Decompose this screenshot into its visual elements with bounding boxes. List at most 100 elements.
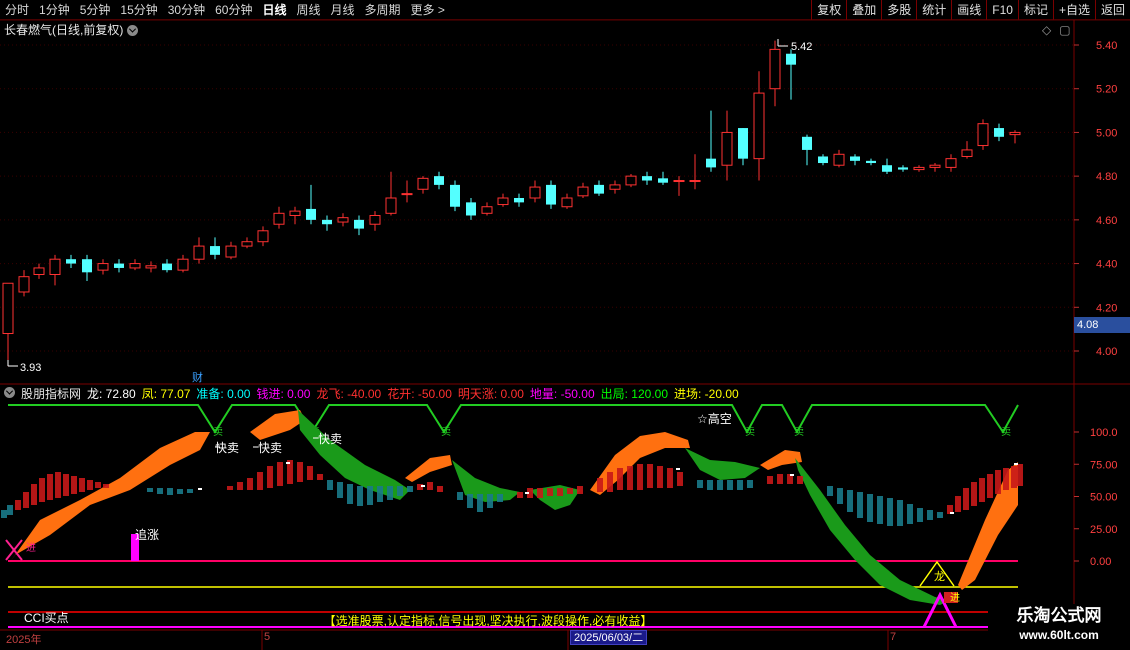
- candle-body: [434, 176, 444, 185]
- watermark-title: 乐淘公式网: [1016, 606, 1102, 626]
- candle-body: [642, 176, 652, 181]
- svg-text:3.93: 3.93: [20, 362, 41, 374]
- histogram-bar: [457, 492, 463, 500]
- histogram-bar: [627, 466, 633, 490]
- histogram-bar: [707, 480, 713, 490]
- candle-body: [929, 164, 941, 168]
- candle-body: [673, 180, 685, 183]
- histogram-bar: [327, 480, 333, 490]
- candle-body: [898, 167, 908, 170]
- histogram-bar: [487, 494, 493, 508]
- candle-body: [193, 245, 205, 260]
- marker-tick: [525, 492, 529, 494]
- candle-body: [289, 210, 301, 216]
- candle-body: [49, 258, 61, 276]
- v-marker: 卖: [745, 426, 755, 438]
- indicator-value: 钱进: 0.00: [256, 387, 311, 401]
- histogram-bar: [79, 478, 85, 492]
- candle-body: [66, 259, 76, 264]
- v-marker: 卖: [441, 426, 451, 438]
- histogram-bar: [71, 476, 77, 494]
- candle-body: [546, 184, 556, 205]
- histogram-bar: [157, 488, 163, 494]
- histogram-bar: [647, 464, 653, 488]
- histogram-bar: [617, 468, 623, 490]
- date-axis: 2025年 5 7: [0, 630, 1074, 650]
- candle-body: [658, 178, 668, 183]
- histogram-bar: [23, 492, 29, 508]
- histogram-bar: [917, 508, 923, 522]
- histogram-bar: [537, 488, 543, 498]
- jin-label-right: 进: [950, 592, 960, 604]
- candle-body: [577, 186, 589, 197]
- candle-body: [609, 184, 621, 190]
- candle-body: [561, 197, 573, 208]
- histogram-bar: [927, 510, 933, 520]
- histogram-bar: [877, 496, 883, 524]
- kuaimai-label-2: 快卖: [258, 441, 282, 455]
- gaokong-label: ☆高空: [697, 411, 732, 426]
- histogram-bar: [747, 480, 753, 488]
- indicator-tick-label: 0.00: [1090, 556, 1111, 568]
- cci-label: CCI买点: [24, 611, 69, 625]
- candle-body: [306, 208, 316, 220]
- chuju-line: [8, 404, 1019, 435]
- histogram-bar: [727, 480, 733, 490]
- candle-body: [385, 197, 397, 214]
- price-tick-label: 4.40: [1096, 259, 1117, 271]
- histogram-bar: [467, 494, 473, 508]
- histogram-bar: [317, 474, 323, 480]
- dropdown-icon[interactable]: [4, 387, 15, 398]
- candle-body: [466, 202, 476, 216]
- histogram-bar: [337, 482, 343, 498]
- candle-body: [738, 128, 748, 159]
- date-label: 2025年: [6, 634, 42, 646]
- indicator-tick-label: 75.00: [1090, 459, 1118, 471]
- indicator-tick-label: 50.00: [1090, 492, 1118, 504]
- histogram-bar: [31, 484, 37, 505]
- histogram-bar: [737, 480, 743, 490]
- candle-body: [786, 53, 796, 65]
- price-tick-label: 5.20: [1096, 84, 1117, 96]
- marker-tick: [421, 485, 425, 487]
- candle-body: [913, 166, 925, 171]
- marker-tick: [676, 468, 680, 470]
- candle-body: [129, 263, 141, 269]
- candle-body: [866, 160, 876, 164]
- histogram-bar: [797, 476, 803, 484]
- indicator-value: 凤: 77.07: [141, 387, 191, 401]
- histogram-bar: [517, 492, 523, 498]
- date-label: 5: [264, 631, 271, 643]
- candle-body: [945, 158, 957, 168]
- histogram-bar: [547, 488, 553, 496]
- indicator-name: 股朋指标网: [21, 387, 82, 401]
- candle-body: [97, 263, 109, 271]
- long-label: 龙: [934, 570, 945, 583]
- marker-tick: [286, 462, 290, 464]
- candle-body: [753, 92, 765, 160]
- candle-body: [514, 198, 524, 203]
- candle-body: [322, 219, 332, 225]
- histogram-bar: [847, 490, 853, 512]
- candle-body: [882, 165, 892, 172]
- histogram-bar: [87, 480, 93, 490]
- histogram-bar: [717, 480, 723, 490]
- date-label: 7: [890, 631, 897, 643]
- svg-text:5.42: 5.42: [791, 41, 812, 53]
- candle-body: [994, 128, 1004, 137]
- candle-body: [1009, 131, 1021, 136]
- indicator-value: 明天涨: 0.00: [457, 387, 524, 401]
- histogram-bar: [777, 474, 783, 484]
- histogram-bar: [357, 486, 363, 506]
- histogram-bar: [377, 486, 383, 502]
- histogram-bar: [657, 466, 663, 488]
- candle-body: [977, 123, 989, 147]
- current-price-badge: 4.08: [1074, 317, 1130, 333]
- histogram-bar: [497, 494, 503, 502]
- candle-body: [257, 230, 269, 243]
- histogram-bar: [1, 510, 7, 518]
- indicator-tick-label: 25.00: [1090, 524, 1118, 536]
- price-tick-label: 5.00: [1096, 127, 1117, 139]
- histogram-bar: [979, 478, 985, 502]
- candle-body: [625, 175, 637, 186]
